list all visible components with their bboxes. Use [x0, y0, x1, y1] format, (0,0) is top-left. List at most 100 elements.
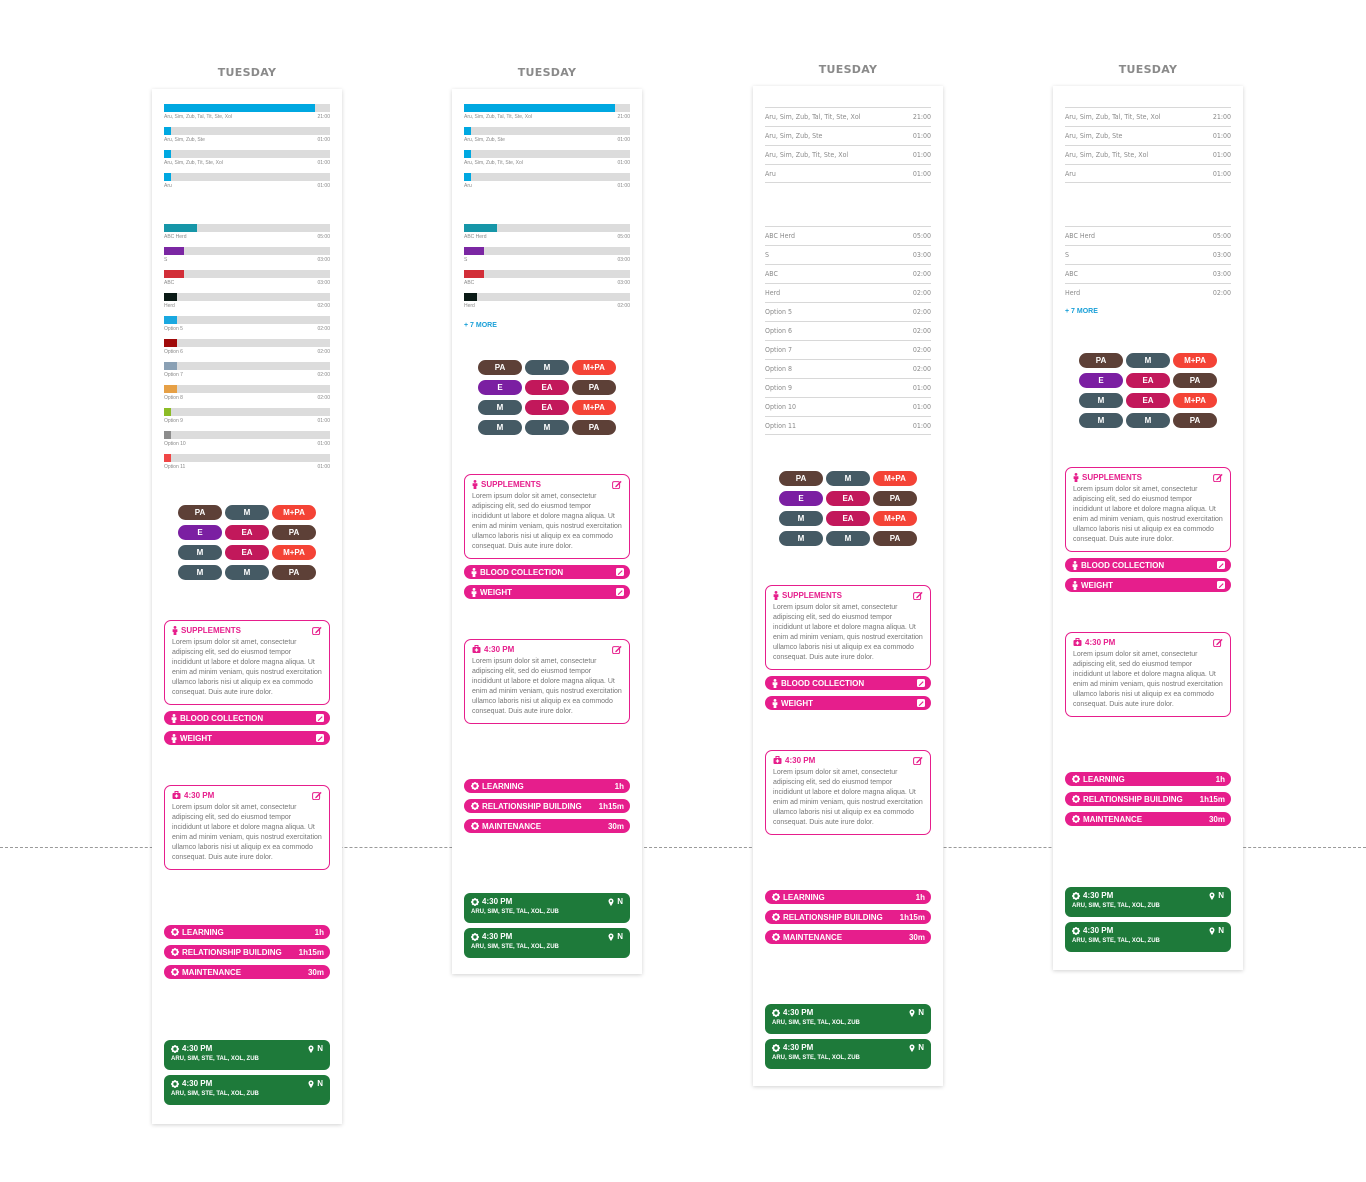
shift-pill[interactable]: PA	[178, 505, 222, 520]
edit-icon[interactable]	[917, 699, 925, 707]
bar-row[interactable]: ABC 03:00	[464, 270, 630, 293]
task-bar[interactable]: WEIGHT	[464, 585, 630, 599]
supplements-card[interactable]: SUPPLEMENTS Lorem ipsum dolor sit amet, c…	[1065, 467, 1231, 552]
edit-icon[interactable]	[913, 591, 923, 600]
task-bar[interactable]: WEIGHT	[1065, 578, 1231, 592]
bar-row[interactable]: Option 10 01:00	[164, 431, 330, 454]
shift-pill[interactable]: M	[1126, 353, 1170, 368]
bar-row[interactable]: Herd 02:00	[164, 293, 330, 316]
appointment-card[interactable]: 4:30 PM Lorem ipsum dolor sit amet, conse…	[765, 750, 931, 835]
event-card[interactable]: 4:30 PM N ARU, SIM, STE, TAL, XOL, ZUB	[765, 1004, 931, 1034]
list-row[interactable]: Aru 01:00	[765, 164, 931, 183]
edit-icon[interactable]	[1217, 581, 1225, 589]
bar-row[interactable]: Aru, Sim, Zub, Tal, Tit, Ste, Xol 21:00	[164, 104, 330, 127]
bar-row[interactable]: ABC Herd 05:00	[164, 224, 330, 247]
shift-pill[interactable]: M	[478, 420, 522, 435]
activity-bar[interactable]: RELATIONSHIP BUILDING 1h15m	[464, 799, 630, 813]
shift-pill[interactable]: M	[779, 531, 823, 546]
list-row[interactable]: ABC 02:00	[765, 264, 931, 283]
shift-pill[interactable]: M	[178, 565, 222, 580]
shift-pill[interactable]: EA	[225, 545, 269, 560]
bar-row[interactable]: S 03:00	[464, 247, 630, 270]
task-bar[interactable]: WEIGHT	[164, 731, 330, 745]
edit-icon[interactable]	[616, 588, 624, 596]
shift-pill[interactable]: M	[826, 531, 870, 546]
shift-pill[interactable]: PA	[572, 420, 616, 435]
list-row[interactable]: Herd 02:00	[765, 283, 931, 302]
shift-pill[interactable]: M	[779, 511, 823, 526]
task-bar[interactable]: WEIGHT	[765, 696, 931, 710]
shift-pill[interactable]: EA	[1126, 373, 1170, 388]
bar-row[interactable]: Aru, Sim, Zub, Tal, Tit, Ste, Xol 21:00	[464, 104, 630, 127]
list-row[interactable]: Aru, Sim, Zub, Tit, Ste, Xol 01:00	[765, 145, 931, 164]
task-bar[interactable]: BLOOD COLLECTION	[164, 711, 330, 725]
shift-pill[interactable]: M	[525, 360, 569, 375]
shift-pill[interactable]: M	[225, 565, 269, 580]
bar-row[interactable]: Aru, Sim, Zub, Ste 01:00	[164, 127, 330, 150]
task-bar[interactable]: BLOOD COLLECTION	[765, 676, 931, 690]
shift-pill[interactable]: PA	[272, 565, 316, 580]
bar-row[interactable]: Aru, Sim, Zub, Tit, Ste, Xol 01:00	[464, 150, 630, 173]
shift-pill[interactable]: M	[1079, 393, 1123, 408]
edit-icon[interactable]	[312, 626, 322, 635]
activity-bar[interactable]: LEARNING 1h	[164, 925, 330, 939]
shift-pill[interactable]: M	[1126, 413, 1170, 428]
bar-row[interactable]: Option 7 02:00	[164, 362, 330, 385]
shift-pill[interactable]: M+PA	[873, 511, 917, 526]
shift-pill[interactable]: M	[178, 545, 222, 560]
event-card[interactable]: 4:30 PM N ARU, SIM, STE, TAL, XOL, ZUB	[1065, 887, 1231, 917]
list-row[interactable]: Option 6 02:00	[765, 321, 931, 340]
shift-pill[interactable]: E	[1079, 373, 1123, 388]
supplements-card[interactable]: SUPPLEMENTS Lorem ipsum dolor sit amet, c…	[464, 474, 630, 559]
edit-icon[interactable]	[1213, 473, 1223, 482]
shift-pill[interactable]: M+PA	[272, 545, 316, 560]
event-card[interactable]: 4:30 PM N ARU, SIM, STE, TAL, XOL, ZUB	[164, 1075, 330, 1105]
event-card[interactable]: 4:30 PM N ARU, SIM, STE, TAL, XOL, ZUB	[464, 928, 630, 958]
list-row[interactable]: ABC Herd 05:00	[765, 226, 931, 245]
shift-pill[interactable]: M	[525, 420, 569, 435]
supplements-card[interactable]: SUPPLEMENTS Lorem ipsum dolor sit amet, c…	[765, 585, 931, 670]
activity-bar[interactable]: MAINTENANCE 30m	[164, 965, 330, 979]
activity-bar[interactable]: RELATIONSHIP BUILDING 1h15m	[1065, 792, 1231, 806]
edit-icon[interactable]	[612, 645, 622, 654]
shift-pill[interactable]: EA	[225, 525, 269, 540]
shift-pill[interactable]: PA	[779, 471, 823, 486]
bar-row[interactable]: ABC Herd 05:00	[464, 224, 630, 247]
activity-bar[interactable]: MAINTENANCE 30m	[765, 930, 931, 944]
edit-icon[interactable]	[913, 756, 923, 765]
shift-pill[interactable]: PA	[873, 531, 917, 546]
list-row[interactable]: S 03:00	[1065, 245, 1231, 264]
bar-row[interactable]: Aru 01:00	[164, 173, 330, 196]
shift-pill[interactable]: EA	[525, 400, 569, 415]
shift-pill[interactable]: M+PA	[873, 471, 917, 486]
shift-pill[interactable]: PA	[873, 491, 917, 506]
shift-pill[interactable]: M	[225, 505, 269, 520]
list-row[interactable]: Option 10 01:00	[765, 397, 931, 416]
shift-pill[interactable]: EA	[1126, 393, 1170, 408]
edit-icon[interactable]	[616, 568, 624, 576]
event-card[interactable]: 4:30 PM N ARU, SIM, STE, TAL, XOL, ZUB	[1065, 922, 1231, 952]
activity-bar[interactable]: MAINTENANCE 30m	[464, 819, 630, 833]
shift-pill[interactable]: M	[1079, 413, 1123, 428]
edit-icon[interactable]	[612, 480, 622, 489]
shift-pill[interactable]: EA	[525, 380, 569, 395]
appointment-card[interactable]: 4:30 PM Lorem ipsum dolor sit amet, conse…	[464, 639, 630, 724]
edit-icon[interactable]	[316, 714, 324, 722]
appointment-card[interactable]: 4:30 PM Lorem ipsum dolor sit amet, conse…	[164, 785, 330, 870]
list-row[interactable]: Aru, Sim, Zub, Ste 01:00	[765, 126, 931, 145]
list-row[interactable]: ABC Herd 05:00	[1065, 226, 1231, 245]
shift-pill[interactable]: PA	[1173, 413, 1217, 428]
shift-pill[interactable]: M+PA	[272, 505, 316, 520]
bar-row[interactable]: Aru, Sim, Zub, Ste 01:00	[464, 127, 630, 150]
bar-row[interactable]: Aru 01:00	[464, 173, 630, 196]
edit-icon[interactable]	[1217, 561, 1225, 569]
edit-icon[interactable]	[1213, 638, 1223, 647]
activity-bar[interactable]: RELATIONSHIP BUILDING 1h15m	[164, 945, 330, 959]
shift-pill[interactable]: M+PA	[1173, 353, 1217, 368]
bar-row[interactable]: Aru, Sim, Zub, Tit, Ste, Xol 01:00	[164, 150, 330, 173]
edit-icon[interactable]	[316, 734, 324, 742]
list-row[interactable]: Aru 01:00	[1065, 164, 1231, 183]
bar-row[interactable]: Herd 02:00	[464, 293, 630, 316]
shift-pill[interactable]: PA	[272, 525, 316, 540]
shift-pill[interactable]: M+PA	[572, 400, 616, 415]
